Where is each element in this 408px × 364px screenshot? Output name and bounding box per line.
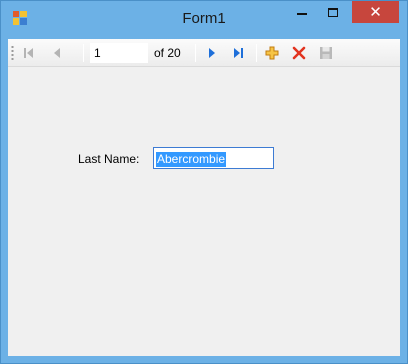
form1-window: Form1 ✕ 1 of 20 Last Name: Abercrombie bbox=[0, 0, 408, 364]
move-previous-button[interactable] bbox=[46, 42, 68, 64]
maximize-icon bbox=[328, 7, 338, 17]
count-item-label: of 20 bbox=[154, 46, 181, 60]
save-icon bbox=[320, 47, 332, 59]
binding-navigator: 1 of 20 bbox=[8, 39, 400, 67]
move-first-icon bbox=[24, 48, 33, 58]
toolbar-separator bbox=[83, 44, 84, 62]
toolbar-separator bbox=[195, 44, 196, 62]
form-client-area: 1 of 20 Last Name: Abercrombie bbox=[8, 39, 400, 356]
minimize-icon bbox=[297, 13, 307, 15]
toolbar-grip[interactable] bbox=[11, 45, 14, 61]
move-last-button[interactable] bbox=[228, 42, 250, 64]
move-first-button[interactable] bbox=[18, 42, 40, 64]
titlebar[interactable]: Form1 ✕ bbox=[1, 1, 407, 39]
close-button[interactable]: ✕ bbox=[352, 1, 399, 23]
toolbar-separator bbox=[256, 44, 257, 62]
move-next-button[interactable] bbox=[201, 42, 223, 64]
save-button[interactable] bbox=[315, 42, 337, 64]
last-name-label: Last Name: bbox=[78, 152, 140, 166]
close-icon: ✕ bbox=[369, 4, 382, 21]
move-last-icon bbox=[234, 48, 243, 58]
app-icon bbox=[13, 11, 27, 25]
add-new-button[interactable] bbox=[261, 42, 283, 64]
maximize-button[interactable] bbox=[319, 1, 347, 23]
add-new-icon bbox=[265, 46, 279, 60]
last-name-selected-text: Abercrombie bbox=[156, 152, 227, 167]
move-previous-icon bbox=[54, 48, 60, 58]
position-item-input[interactable]: 1 bbox=[90, 43, 148, 63]
delete-icon bbox=[292, 46, 306, 60]
last-name-textbox[interactable]: Abercrombie bbox=[153, 147, 274, 169]
minimize-button[interactable] bbox=[288, 1, 316, 23]
move-next-icon bbox=[209, 48, 215, 58]
delete-button[interactable] bbox=[288, 42, 310, 64]
